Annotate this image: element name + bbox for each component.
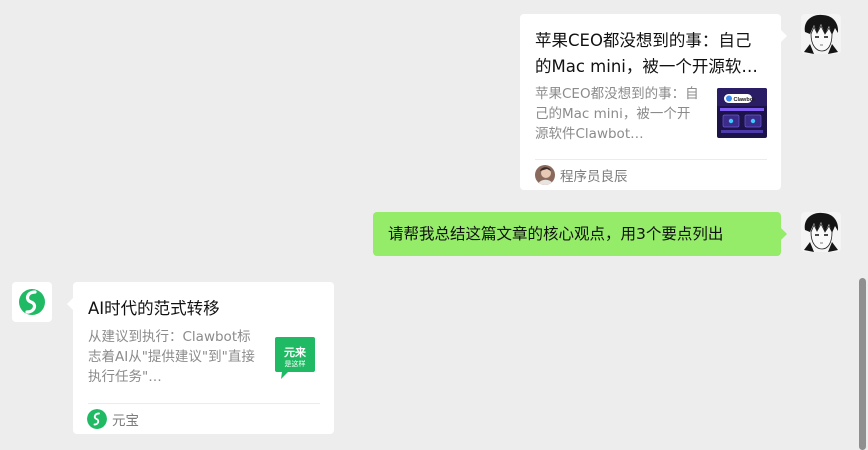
article-source[interactable]: 程序员良辰 bbox=[535, 165, 628, 185]
ai-reply-card[interactable]: AI时代的范式转移 从建议到执行：Clawbot标志着AI从"提供建议"到"直接… bbox=[67, 282, 334, 434]
yuanbao-sticker-thumbnail: 元来 是这样 bbox=[272, 334, 318, 380]
scrollbar-thumb[interactable] bbox=[859, 278, 866, 450]
bubble-tail bbox=[67, 298, 73, 310]
yuanbao-small-icon bbox=[87, 409, 107, 429]
my-message-bubble[interactable]: 请帮我总结这篇文章的核心观点，用3个要点列出 bbox=[373, 212, 787, 256]
my-avatar-icon[interactable] bbox=[801, 14, 841, 54]
article-thumbnail: Clawbot bbox=[717, 88, 767, 138]
author-avatar-icon bbox=[535, 165, 555, 185]
article-card[interactable]: 苹果CEO都没想到的事：自己的Mac mini，被一个开源软件Clawbot… … bbox=[520, 14, 787, 190]
source-name: 程序员良辰 bbox=[560, 169, 628, 185]
bubble-tail bbox=[781, 30, 787, 42]
thumbnail-brand-text: Clawbot bbox=[734, 97, 756, 103]
chat-scrollbar[interactable] bbox=[856, 0, 868, 450]
message-text: 请帮我总结这篇文章的核心观点，用3个要点列出 bbox=[388, 225, 724, 243]
my-avatar-icon[interactable] bbox=[801, 212, 841, 252]
bubble-tail bbox=[781, 228, 787, 240]
reply-title: AI时代的范式转移 bbox=[88, 299, 220, 318]
source-name: 元宝 bbox=[112, 413, 139, 429]
article-description: 苹果CEO都没想到的事：自己的Mac mini，被一个开源软件Clawbot… bbox=[535, 86, 699, 142]
reply-source[interactable]: 元宝 bbox=[87, 409, 139, 429]
card-divider bbox=[535, 159, 767, 160]
svg-text:元来: 元来 bbox=[284, 345, 307, 359]
article-title: 苹果CEO都没想到的事：自己的Mac mini，被一个开源软件Clawbot… bbox=[535, 31, 758, 76]
svg-text:是这样: 是这样 bbox=[285, 359, 306, 368]
reply-description: 从建议到执行：Clawbot标志着AI从"提供建议"到"直接执行任务"… bbox=[88, 329, 255, 385]
card-divider bbox=[88, 403, 320, 404]
yuanbao-logo-icon[interactable] bbox=[12, 282, 52, 322]
